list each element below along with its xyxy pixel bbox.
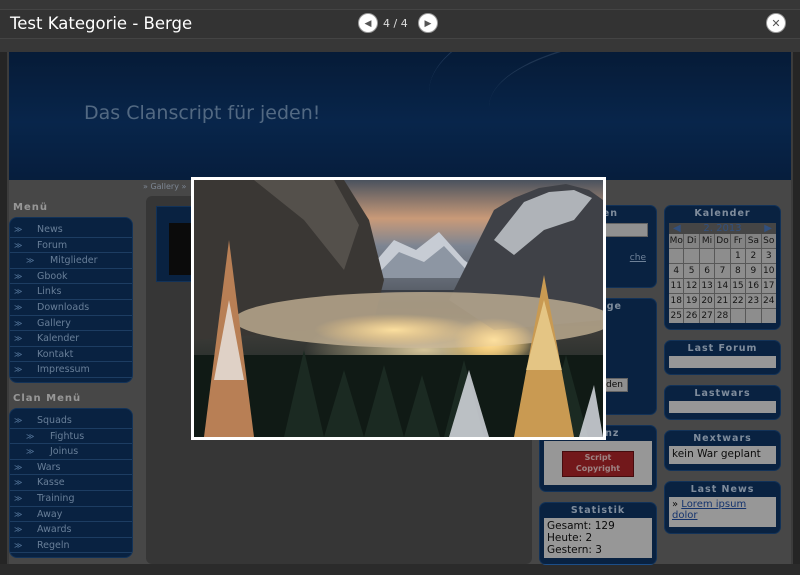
photo-scene <box>194 180 603 437</box>
next-image-button[interactable]: ▶ <box>418 13 438 33</box>
close-icon: ✕ <box>771 17 781 30</box>
close-button[interactable]: ✕ <box>766 13 786 33</box>
lightbox-image-frame <box>191 177 606 440</box>
chevron-right-icon: ▶ <box>424 19 432 29</box>
lightbox-topbar: Test Kategorie - Berge ◀ 4 / 4 ▶ ✕ <box>0 9 800 39</box>
chevron-left-icon: ◀ <box>364 19 372 29</box>
prev-image-button[interactable]: ◀ <box>358 13 378 33</box>
mountain-valley-photo[interactable] <box>194 180 603 437</box>
image-counter: 4 / 4 <box>383 17 408 30</box>
lightbox-title: Test Kategorie - Berge <box>10 14 193 33</box>
